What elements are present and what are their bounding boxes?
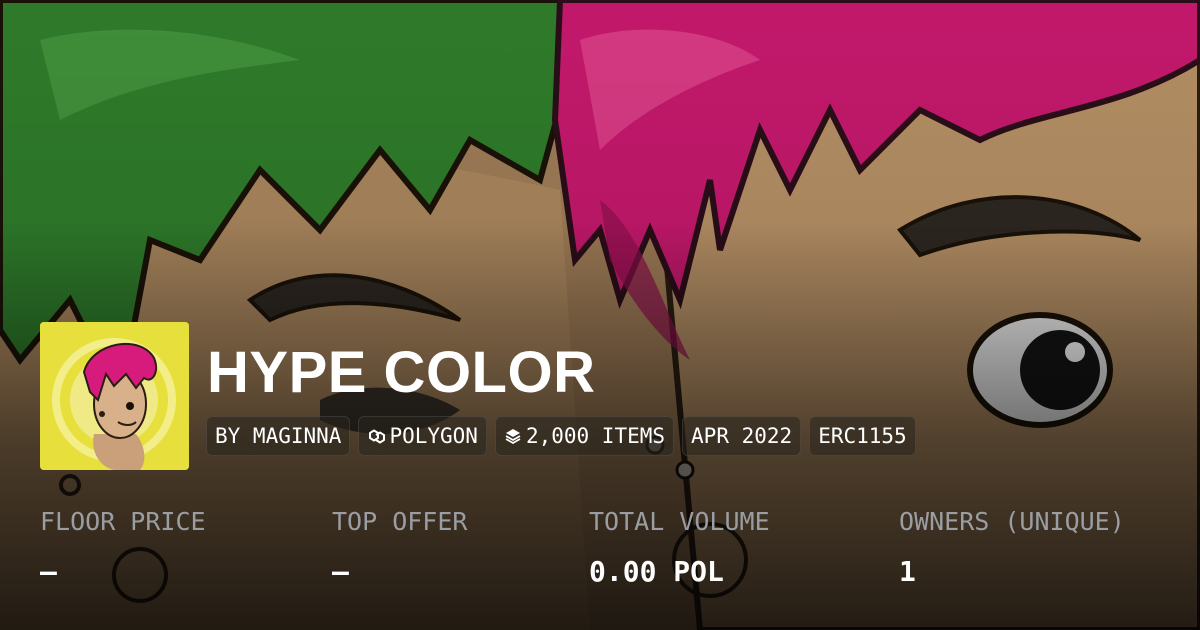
items-count-label: 2,000 ITEMS bbox=[525, 424, 666, 448]
stat-value: — bbox=[40, 555, 57, 588]
chain-chip[interactable]: POLYGON bbox=[358, 416, 487, 456]
chain-label: POLYGON bbox=[389, 424, 478, 448]
created-date-label: APR 2022 bbox=[691, 424, 793, 448]
creator-label: BY MAGINNA bbox=[215, 424, 342, 448]
collection-avatar bbox=[40, 322, 189, 470]
created-date-chip: APR 2022 bbox=[682, 416, 802, 456]
layers-icon bbox=[504, 427, 522, 445]
creator-chip[interactable]: BY MAGINNA bbox=[206, 416, 351, 456]
collection-share-card: HYPE COLOR BY MAGINNA POLYGON 2,000 ITEM… bbox=[0, 0, 1200, 630]
stat-label: OWNERS (UNIQUE) bbox=[899, 507, 1125, 536]
stat-floor-price: FLOOR PRICE — bbox=[40, 500, 206, 594]
stat-value: 1 bbox=[899, 555, 916, 588]
collection-stats: FLOOR PRICE — TOP OFFER — TOTAL VOLUME 0… bbox=[0, 500, 1200, 630]
collection-title: HYPE COLOR bbox=[207, 340, 596, 405]
stat-total-volume: TOTAL VOLUME 0.00 POL bbox=[589, 500, 770, 594]
token-standard-chip: ERC1155 bbox=[809, 416, 916, 456]
token-standard-label: ERC1155 bbox=[818, 424, 907, 448]
polygon-chain-icon bbox=[367, 427, 386, 445]
stat-label: TOTAL VOLUME bbox=[589, 507, 770, 536]
stat-value: — bbox=[332, 555, 349, 588]
stat-owners: OWNERS (UNIQUE) 1 bbox=[899, 500, 1125, 594]
stat-value: 0.00 POL bbox=[589, 555, 724, 588]
collection-meta-chips: BY MAGINNA POLYGON 2,000 ITEMS APR 2022 … bbox=[206, 416, 916, 456]
stat-label: TOP OFFER bbox=[332, 507, 468, 536]
stat-label: FLOOR PRICE bbox=[40, 507, 206, 536]
items-chip: 2,000 ITEMS bbox=[494, 416, 675, 456]
stat-top-offer: TOP OFFER — bbox=[332, 500, 467, 594]
